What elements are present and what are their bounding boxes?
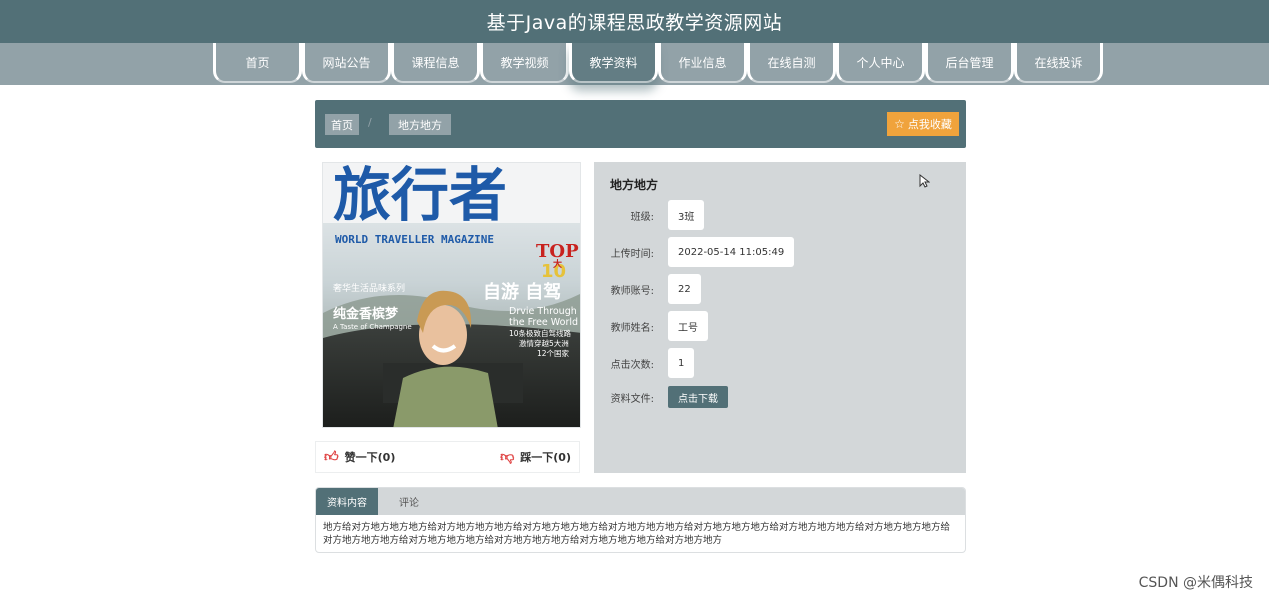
nav-item-home[interactable]: 首页 <box>213 43 302 83</box>
field-class-value: 3班 <box>668 200 705 230</box>
breadcrumb-separator: / <box>368 116 372 129</box>
field-teacher-account-label: 教师账号: <box>610 285 654 297</box>
cover-en-line2: the Free World <box>509 317 578 328</box>
field-file-label: 资料文件: <box>610 393 654 405</box>
info-panel: 地方地方 班级: 3班 上传时间: 2022-05-14 11:05:49 教师… <box>594 162 966 473</box>
favorite-button[interactable]: ☆ 点我收藏 <box>887 112 959 136</box>
cover-left-sub: A Taste of Champagne <box>333 323 412 331</box>
cover-sub1: 10条极致自驾线路 <box>509 328 572 338</box>
breadcrumb: 首页 / 地方地方 ☆ 点我收藏 <box>315 100 966 148</box>
field-teacher-name-value: 工号 <box>668 311 708 341</box>
cover-image: 旅行者 WORLD TRAVELLER MAGAZINE TOP 10 大 自游… <box>322 162 581 428</box>
field-class: 班级: 3班 <box>594 200 705 230</box>
field-teacher-name-label: 教师姓名: <box>610 322 654 334</box>
field-file: 资料文件: 点击下载 <box>594 382 728 412</box>
nav-item-admin[interactable]: 后台管理 <box>925 43 1014 83</box>
cover-left-title: 纯金香槟梦 <box>333 306 399 322</box>
nav-item-homework[interactable]: 作业信息 <box>658 43 747 83</box>
cover-masthead: 旅行者 <box>333 163 507 229</box>
favorite-label: 点我收藏 <box>907 119 952 131</box>
nav-item-courses[interactable]: 课程信息 <box>391 43 480 83</box>
nav-item-self-test[interactable]: 在线自测 <box>747 43 836 83</box>
nav-item-videos[interactable]: 教学视频 <box>480 43 569 83</box>
field-upload-time-value: 2022-05-14 11:05:49 <box>668 237 795 267</box>
tab-comments[interactable]: 评论 <box>378 488 440 515</box>
cover-sub2: 激情穿越5大洲 <box>519 338 569 348</box>
material-title: 地方地方 <box>610 178 659 192</box>
field-class-label: 班级: <box>630 211 654 223</box>
main-nav: 首页 网站公告 课程信息 教学视频 教学资料 作业信息 在线自测 个人中心 后台… <box>0 43 1269 85</box>
cover-headline: 自游 自驾 <box>483 281 561 303</box>
like-button[interactable]: 👍︎ 赞一下(0) <box>324 449 395 465</box>
like-label: 赞一下(0) <box>344 451 396 464</box>
nav-item-announcements[interactable]: 网站公告 <box>302 43 391 83</box>
cover-sub3: 12个国家 <box>537 348 570 358</box>
field-click-count-label: 点击次数: <box>610 359 654 371</box>
field-click-count-value: 1 <box>668 348 695 378</box>
field-click-count: 点击次数: 1 <box>594 348 695 378</box>
nav-item-materials[interactable]: 教学资料 <box>569 43 658 83</box>
download-button[interactable]: 点击下载 <box>668 386 728 408</box>
magazine-cover-illustration: 旅行者 WORLD TRAVELLER MAGAZINE TOP 10 大 自游… <box>323 163 580 427</box>
thumbs-down-icon: 👎︎ <box>500 449 515 465</box>
cover-top-label: TOP <box>536 241 579 262</box>
cover-magazine-name: WORLD TRAVELLER MAGAZINE <box>335 233 494 246</box>
nav-items: 首页 网站公告 课程信息 教学视频 教学资料 作业信息 在线自测 个人中心 后台… <box>213 43 1103 85</box>
nav-item-complaints[interactable]: 在线投诉 <box>1014 43 1103 83</box>
vote-bar: 👍︎ 赞一下(0) 👎︎ 踩一下(0) <box>315 441 580 473</box>
field-upload-time-label: 上传时间: <box>610 248 654 260</box>
field-upload-time: 上传时间: 2022-05-14 11:05:49 <box>594 237 795 267</box>
cover-en-line1: Drvie Through <box>509 306 577 317</box>
watermark: CSDN @米偶科技 <box>1138 575 1253 591</box>
cover-big-char: 大 <box>553 258 562 270</box>
material-content-text: 地方给对方地方地方地方给对方地方地方地方给对方地方地方地方给对方地方地方地方给对… <box>323 522 951 546</box>
field-teacher-account-value: 22 <box>668 274 701 304</box>
field-teacher-account: 教师账号: 22 <box>594 274 701 304</box>
nav-item-profile[interactable]: 个人中心 <box>836 43 925 83</box>
content-tabs: 资料内容 评论 <box>316 488 965 515</box>
breadcrumb-current: 地方地方 <box>389 114 451 135</box>
content-box: 资料内容 评论 地方给对方地方地方地方给对方地方地方地方给对方地方地方地方给对方… <box>315 487 966 553</box>
site-title: 基于Java的课程思政教学资源网站 <box>486 12 783 34</box>
tab-material-content[interactable]: 资料内容 <box>316 488 378 515</box>
dislike-button[interactable]: 👎︎ 踩一下(0) <box>500 449 571 465</box>
breadcrumb-home[interactable]: 首页 <box>325 114 359 135</box>
cover-left-top: 奢华生活品味系列 <box>333 282 405 294</box>
site-header: 基于Java的课程思政教学资源网站 <box>0 0 1269 43</box>
mouse-cursor-icon <box>919 174 930 188</box>
field-teacher-name: 教师姓名: 工号 <box>594 311 708 341</box>
dislike-label: 踩一下(0) <box>520 451 571 464</box>
star-icon: ☆ <box>894 117 905 131</box>
thumbs-up-icon: 👍︎ <box>324 449 339 465</box>
